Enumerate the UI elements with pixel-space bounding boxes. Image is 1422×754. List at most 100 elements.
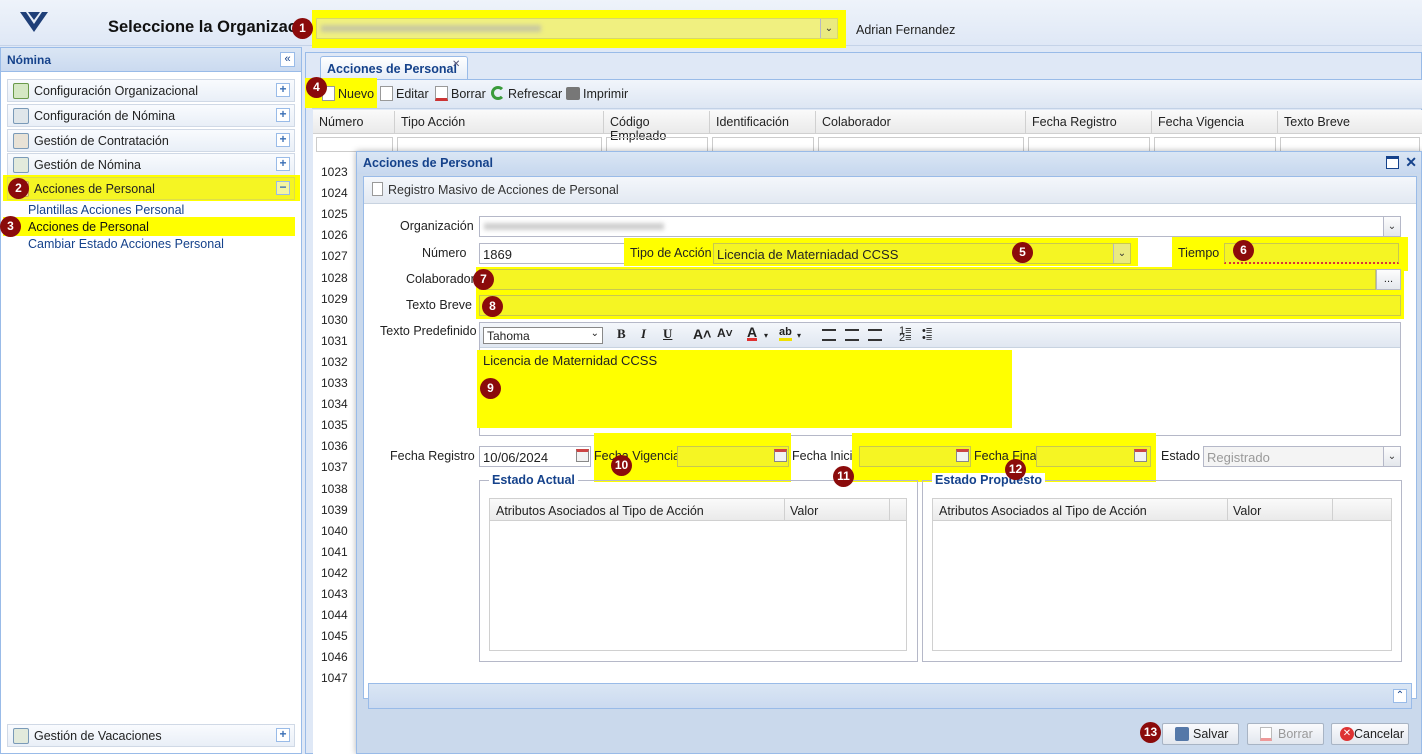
borrar-button[interactable]: Borrar <box>451 87 486 101</box>
font-select[interactable]: Tahoma ⌄ <box>483 327 603 344</box>
col-texto-breve[interactable]: Texto Breve <box>1278 111 1422 133</box>
table-row[interactable]: 1026 <box>321 228 348 242</box>
table-row[interactable]: 1032 <box>321 355 348 369</box>
sidebar-item-contratacion[interactable]: Gestión de Contratación + <box>7 129 295 152</box>
sidebar-item-config-nomina[interactable]: Configuración de Nómina + <box>7 104 295 127</box>
grow-font-icon[interactable]: A˄ <box>693 326 711 342</box>
highlight-color-icon[interactable]: ab <box>779 326 792 341</box>
underline-icon[interactable]: U <box>663 326 672 342</box>
filter-colaborador[interactable] <box>818 137 1024 152</box>
table-row[interactable]: 1027 <box>321 249 348 263</box>
estado-select[interactable]: Registrado ⌄ <box>1203 446 1401 467</box>
chevron-down-icon[interactable]: ⌄ <box>1383 447 1400 466</box>
fecha-vigencia-field[interactable] <box>677 446 789 467</box>
table-row[interactable]: 1037 <box>321 460 348 474</box>
salvar-button[interactable]: Salvar <box>1162 723 1239 745</box>
numero-field[interactable]: 1869 <box>479 243 627 264</box>
italic-icon[interactable]: I <box>641 326 646 342</box>
subitem-cambiar-estado[interactable]: Cambiar Estado Acciones Personal <box>28 237 224 251</box>
chevron-down-icon[interactable]: ▾ <box>764 331 768 340</box>
calendar-icon[interactable] <box>576 449 589 462</box>
imprimir-button[interactable]: Imprimir <box>583 87 628 101</box>
sidebar-item-acciones[interactable]: Acciones de Personal − <box>7 177 295 200</box>
table-row[interactable]: 1038 <box>321 482 348 496</box>
col-colaborador[interactable]: Colaborador <box>816 111 1026 133</box>
col-codigo-empleado[interactable]: Código Empleado <box>604 111 710 143</box>
expand-icon[interactable]: + <box>276 157 290 171</box>
sidebar-item-gestion-nomina[interactable]: Gestión de Nómina + <box>7 153 295 176</box>
col-fecha-vigencia[interactable]: Fecha Vigencia <box>1152 111 1278 133</box>
expand-icon[interactable]: + <box>276 108 290 122</box>
expand-icon[interactable]: + <box>276 133 290 147</box>
filter-fecha-registro[interactable] <box>1028 137 1150 152</box>
table-row[interactable]: 1023 <box>321 165 348 179</box>
sidebar-item-config-org[interactable]: Configuración Organizacional + <box>7 79 295 102</box>
table-row[interactable]: 1029 <box>321 292 348 306</box>
subitem-acciones[interactable]: Acciones de Personal <box>28 220 149 234</box>
align-center-icon[interactable] <box>845 329 859 341</box>
table-row[interactable]: 1044 <box>321 608 348 622</box>
subitem-plantillas[interactable]: Plantillas Acciones Personal <box>28 203 184 217</box>
colaborador-lookup-button[interactable]: ... <box>1376 269 1401 290</box>
filter-texto-breve[interactable] <box>1280 137 1420 152</box>
tab-acciones[interactable]: Acciones de Personal ✕ <box>320 56 468 79</box>
filter-tipo[interactable] <box>397 137 602 152</box>
table-row[interactable]: 1025 <box>321 207 348 221</box>
cancelar-button[interactable]: ✕ Cancelar <box>1331 723 1409 745</box>
close-icon[interactable]: ✕ <box>1405 154 1417 171</box>
filter-numero[interactable] <box>316 137 393 152</box>
calendar-icon[interactable] <box>774 449 787 462</box>
col-fecha-registro[interactable]: Fecha Registro <box>1026 111 1152 133</box>
table-row[interactable]: 1039 <box>321 503 348 517</box>
chevron-down-icon[interactable]: ▾ <box>797 331 801 340</box>
col-valor[interactable]: Valor <box>1233 504 1261 518</box>
shrink-font-icon[interactable]: A˅ <box>717 326 733 340</box>
table-row[interactable]: 1034 <box>321 397 348 411</box>
table-row[interactable]: 1046 <box>321 650 348 664</box>
align-right-icon[interactable] <box>868 329 882 341</box>
table-row[interactable]: 1042 <box>321 566 348 580</box>
tipo-accion-select[interactable]: Licencia de Materniadad CCSS ⌄ <box>713 243 1131 264</box>
ordered-list-icon[interactable]: 1≡ 2≡ <box>899 326 912 344</box>
close-icon[interactable]: ✕ <box>452 60 463 71</box>
align-left-icon[interactable] <box>822 329 836 341</box>
editar-button[interactable]: Editar <box>396 87 429 101</box>
borrar-dialog-button[interactable]: Borrar <box>1247 723 1324 745</box>
table-row[interactable]: 1036 <box>321 439 348 453</box>
col-valor[interactable]: Valor <box>790 504 818 518</box>
col-tipo-accion[interactable]: Tipo Acción <box>395 111 604 133</box>
collapse-icon[interactable]: « <box>280 52 295 67</box>
col-identificacion[interactable]: Identificación <box>710 111 816 133</box>
table-row[interactable]: 1030 <box>321 313 348 327</box>
table-row[interactable]: 1028 <box>321 271 348 285</box>
sidebar-item-vacaciones[interactable]: Gestión de Vacaciones + <box>7 724 295 747</box>
filter-fecha-vigencia[interactable] <box>1154 137 1276 152</box>
table-row[interactable]: 1031 <box>321 334 348 348</box>
table-row[interactable]: 1024 <box>321 186 348 200</box>
table-row[interactable]: 1035 <box>321 418 348 432</box>
fecha-inicial-field[interactable] <box>859 446 971 467</box>
collapse-minus-icon[interactable]: − <box>276 181 290 195</box>
expand-up-icon[interactable]: ⌃ <box>1393 689 1407 703</box>
colaborador-field[interactable] <box>479 269 1376 290</box>
organizacion-select[interactable]: ⌄ <box>479 216 1401 237</box>
table-row[interactable]: 1047 <box>321 671 348 685</box>
filter-identificacion[interactable] <box>712 137 814 152</box>
expand-icon[interactable]: + <box>276 83 290 97</box>
table-row[interactable]: 1033 <box>321 376 348 390</box>
filter-codigo[interactable] <box>606 137 708 152</box>
table-row[interactable]: 1041 <box>321 545 348 559</box>
chevron-down-icon[interactable]: ⌄ <box>820 19 837 38</box>
table-row[interactable]: 1045 <box>321 629 348 643</box>
col-numero[interactable]: Número <box>313 111 395 133</box>
calendar-icon[interactable] <box>956 449 969 462</box>
editor-content[interactable]: Licencia de Maternidad CCSS <box>483 353 657 368</box>
fecha-registro-field[interactable]: 10/06/2024 <box>479 446 591 467</box>
calendar-icon[interactable] <box>1134 449 1147 462</box>
bold-icon[interactable]: B <box>617 326 626 342</box>
table-row[interactable]: 1040 <box>321 524 348 538</box>
chevron-down-icon[interactable]: ⌄ <box>1383 217 1400 236</box>
chevron-down-icon[interactable]: ⌄ <box>1113 244 1130 263</box>
nuevo-button[interactable]: Nuevo <box>338 87 374 101</box>
font-color-icon[interactable]: A <box>747 325 758 341</box>
